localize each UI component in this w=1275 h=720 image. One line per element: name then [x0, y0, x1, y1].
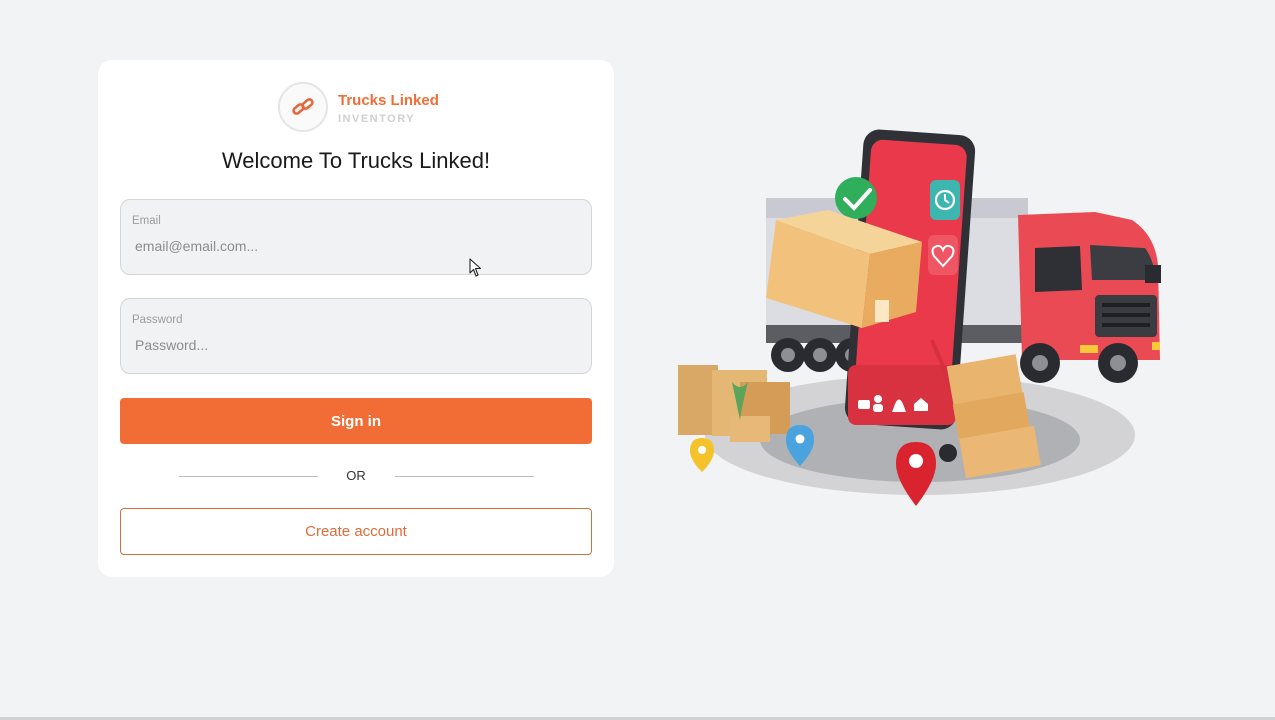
or-divider-label: OR [346, 468, 366, 483]
email-label: Email [132, 215, 161, 227]
email-field-container[interactable]: Email [120, 199, 592, 275]
hero-illustration [678, 129, 1161, 506]
login-card: Trucks Linked INVENTORY Welcome To Truck… [98, 60, 614, 577]
mouse-cursor-icon [469, 258, 482, 277]
chain-link-icon [292, 98, 314, 115]
password-input[interactable] [135, 337, 575, 353]
password-field-container[interactable]: Password [120, 298, 592, 374]
clock-icon [930, 180, 960, 220]
brand-name: Trucks Linked [338, 92, 439, 109]
check-icon [835, 177, 877, 219]
brand-logo [278, 82, 328, 132]
box-stack [678, 365, 790, 442]
heart-icon [928, 235, 958, 275]
sign-in-button[interactable]: Sign in [120, 398, 592, 444]
password-label: Password [132, 314, 183, 326]
email-input[interactable] [135, 238, 575, 254]
page-title: Welcome To Trucks Linked! [221, 148, 491, 173]
divider-right [395, 476, 534, 477]
create-account-button[interactable]: Create account [120, 508, 592, 555]
brand-subtitle: INVENTORY [338, 113, 416, 125]
